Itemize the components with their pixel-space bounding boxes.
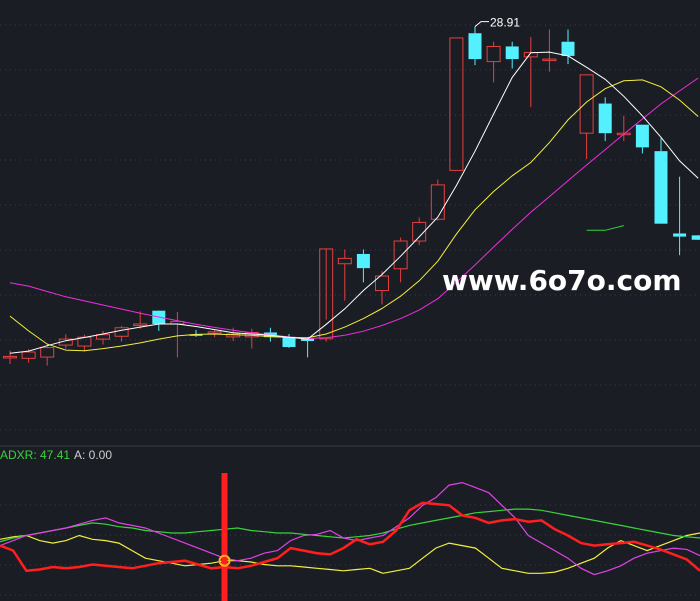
max-price-label: 28.91: [490, 16, 520, 30]
candle-body: [468, 33, 482, 60]
candle-body: [635, 124, 649, 148]
watermark: www.6o7o.com: [442, 264, 682, 297]
a-value-label: A: 0.00: [74, 448, 112, 462]
signal-spike-bar: [221, 473, 228, 601]
candle-body: [598, 103, 612, 134]
candle-body: [282, 336, 296, 347]
adxr-value-label: ADXR: 47.41: [0, 448, 70, 462]
candle-body: [654, 151, 668, 224]
candle-body: [505, 46, 519, 60]
candle-body: [691, 235, 700, 240]
stock-chart[interactable]: 28.91 www.6o7o.com ADXR: 47.41 A: 0.00: [0, 0, 700, 601]
candle-body: [673, 233, 687, 237]
chart-background: [0, 0, 700, 601]
candle-body: [561, 41, 575, 56]
candle-body: [356, 253, 370, 269]
candle: [691, 235, 700, 240]
